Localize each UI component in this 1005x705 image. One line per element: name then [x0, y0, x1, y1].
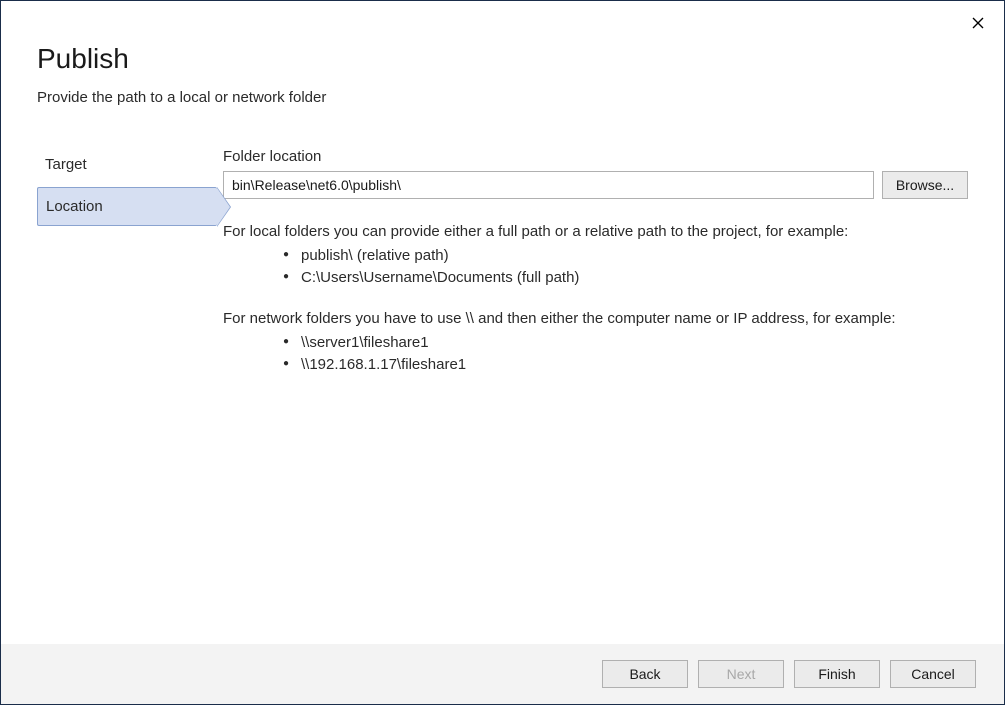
content-area: Target Location Folder location Browse..…	[1, 116, 1004, 396]
back-button[interactable]: Back	[602, 660, 688, 688]
dialog-header: Publish Provide the path to a local or n…	[1, 1, 1004, 116]
sidebar-item-label: Target	[45, 156, 87, 173]
sidebar-item-label: Location	[46, 198, 103, 215]
wizard-steps-sidebar: Target Location	[37, 148, 217, 396]
local-examples-list: publish\ (relative path) C:\Users\Userna…	[223, 245, 968, 289]
close-button[interactable]	[968, 13, 988, 33]
local-example-item: publish\ (relative path)	[283, 245, 968, 267]
local-example-item: C:\Users\Username\Documents (full path)	[283, 267, 968, 289]
network-example-item: \\server1\fileshare1	[283, 332, 968, 354]
cancel-button[interactable]: Cancel	[890, 660, 976, 688]
main-content: Folder location Browse... For local fold…	[217, 148, 968, 396]
page-subtitle: Provide the path to a local or network f…	[37, 89, 968, 106]
folder-input-row: Browse...	[223, 171, 968, 199]
sidebar-item-location[interactable]: Location	[37, 187, 217, 226]
sidebar-item-target[interactable]: Target	[37, 148, 217, 181]
dialog-footer: Back Next Finish Cancel	[1, 644, 1004, 704]
next-button: Next	[698, 660, 784, 688]
folder-location-input[interactable]	[223, 171, 874, 199]
page-title: Publish	[37, 43, 968, 75]
close-icon	[972, 17, 984, 29]
folder-location-label: Folder location	[223, 148, 968, 165]
network-examples-list: \\server1\fileshare1 \\192.168.1.17\file…	[223, 332, 968, 376]
browse-button[interactable]: Browse...	[882, 171, 968, 199]
network-example-item: \\192.168.1.17\fileshare1	[283, 354, 968, 376]
local-folders-intro: For local folders you can provide either…	[223, 221, 968, 243]
finish-button[interactable]: Finish	[794, 660, 880, 688]
help-text: For local folders you can provide either…	[223, 221, 968, 376]
network-folders-intro: For network folders you have to use \\ a…	[223, 308, 968, 330]
